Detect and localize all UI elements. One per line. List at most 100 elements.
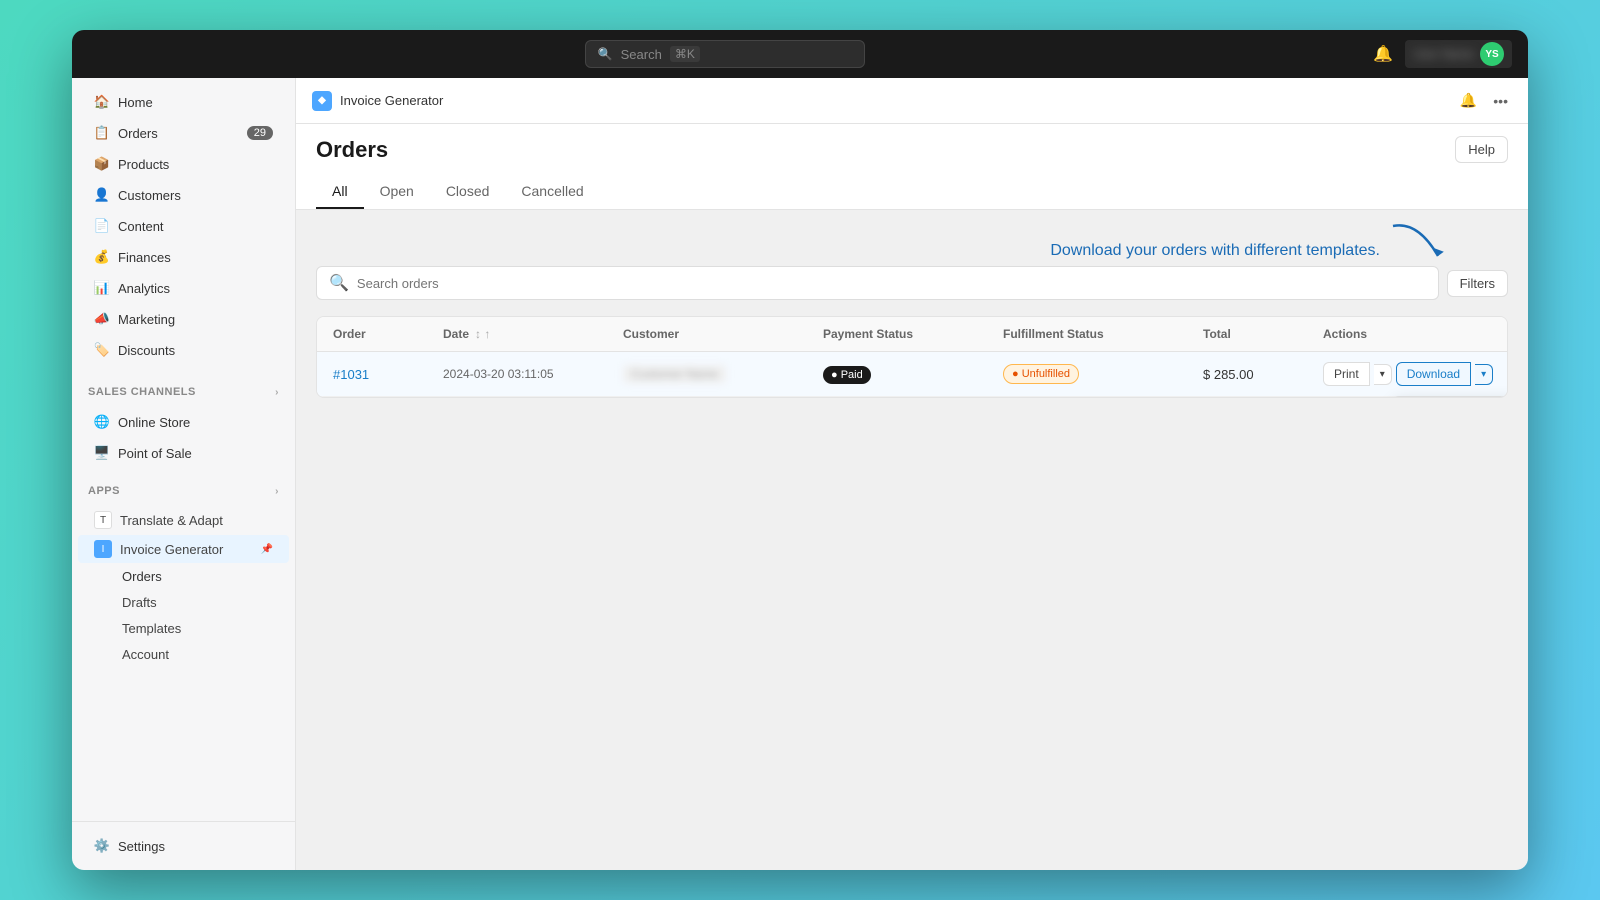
avatar: YS [1480, 42, 1504, 66]
sidebar-sub-orders[interactable]: Orders [78, 564, 289, 589]
payment-status: ● Paid [823, 365, 1003, 384]
tooltip-message: Download your orders with different temp… [1050, 242, 1380, 260]
sidebar-item-analytics-label: Analytics [118, 281, 170, 296]
user-menu[interactable]: User Name YS [1405, 40, 1512, 68]
col-actions: Actions [1323, 327, 1508, 341]
unfulfilled-badge: ● Unfulfilled [1003, 364, 1079, 384]
pos-icon: 🖥️ [94, 445, 110, 461]
app-header-actions: 🔔 ••• [1456, 88, 1512, 113]
app-header: ◆ Invoice Generator 🔔 ••• [296, 78, 1528, 124]
apps-section: Apps › [72, 473, 295, 501]
order-date: 2024-03-20 03:11:05 [443, 367, 623, 381]
sidebar-item-orders-label: Orders [118, 126, 158, 141]
sidebar-item-analytics[interactable]: 📊 Analytics [78, 273, 289, 303]
discounts-icon: 🏷️ [94, 342, 110, 358]
topbar: 🔍 Search ⌘K 🔔 User Name YS [72, 30, 1528, 78]
global-search-box[interactable]: 🔍 Search ⌘K [585, 40, 865, 68]
filters-button[interactable]: Filters [1447, 270, 1508, 297]
tab-open[interactable]: Open [364, 175, 430, 209]
customer-cell: Customer Name [623, 365, 823, 383]
print-split-button[interactable]: ▾ [1374, 364, 1392, 385]
col-customer: Customer [623, 327, 823, 341]
table-header: Order Date ↕ ↑ Customer Payment Status F… [317, 317, 1507, 352]
finances-icon: 💰 [94, 249, 110, 265]
more-options-button[interactable]: ••• [1489, 88, 1512, 113]
col-order: Order [333, 327, 443, 341]
tabs: All Open Closed Cancelled [316, 175, 1508, 209]
analytics-icon: 📊 [94, 280, 110, 296]
help-button[interactable]: Help [1455, 136, 1508, 163]
sidebar-item-products-label: Products [118, 157, 169, 172]
sidebar-item-translate[interactable]: T Translate & Adapt [78, 506, 289, 534]
sidebar-sub-account[interactable]: Account [78, 642, 289, 667]
col-date: Date ↕ ↑ [443, 327, 623, 341]
sidebar-item-discounts-label: Discounts [118, 343, 175, 358]
sidebar-item-home-label: Home [118, 95, 153, 110]
sidebar-item-online-store[interactable]: 🌐 Online Store [78, 407, 289, 437]
page-title: Orders [316, 137, 388, 163]
actions-cell: Print ▾ Download ▾ Invoice Packing Slip … [1323, 362, 1508, 386]
topbar-search-area: 🔍 Search ⌘K [88, 40, 1361, 68]
orders-icon: 📋 [94, 125, 110, 141]
sidebar-item-settings-label: Settings [118, 839, 165, 854]
search-icon: 🔍 [598, 47, 613, 61]
search-shortcut: ⌘K [670, 46, 700, 62]
topbar-right: 🔔 User Name YS [1373, 40, 1512, 68]
main-area: 🏠 Home 📋 Orders 29 📦 Products 👤 Customer… [72, 78, 1528, 870]
sidebar-item-finances-label: Finances [118, 250, 171, 265]
search-orders-icon: 🔍 [329, 273, 349, 293]
sidebar-item-finances[interactable]: 💰 Finances [78, 242, 289, 272]
sales-channels-section: Sales channels › [72, 374, 295, 402]
sidebar-item-pos[interactable]: 🖥️ Point of Sale [78, 438, 289, 468]
dropdown-invoice[interactable]: Invoice [1394, 397, 1508, 398]
marketing-icon: 📣 [94, 311, 110, 327]
sidebar-item-marketing-label: Marketing [118, 312, 175, 327]
notification-icon[interactable]: 🔔 [1373, 44, 1393, 64]
home-icon: 🏠 [94, 94, 110, 110]
download-split-button[interactable]: ▾ [1475, 364, 1493, 385]
download-dropdown: Invoice Packing Slip Credit Note Return … [1393, 396, 1508, 398]
sidebar-item-discounts[interactable]: 🏷️ Discounts [78, 335, 289, 365]
download-button[interactable]: Download [1396, 362, 1471, 386]
sidebar-item-marketing[interactable]: 📣 Marketing [78, 304, 289, 334]
pin-icon: 📌 [261, 544, 273, 555]
sidebar-sub-templates[interactable]: Templates [78, 616, 289, 641]
sidebar-item-translate-label: Translate & Adapt [120, 513, 223, 528]
tab-cancelled[interactable]: Cancelled [505, 175, 599, 209]
sidebar-item-content[interactable]: 📄 Content [78, 211, 289, 241]
content-area: ◆ Invoice Generator 🔔 ••• Orders Help Al… [296, 78, 1528, 870]
sidebar-item-customers[interactable]: 👤 Customers [78, 180, 289, 210]
sidebar-item-content-label: Content [118, 219, 164, 234]
customer-name: Customer Name [623, 365, 726, 383]
sidebar-item-home[interactable]: 🏠 Home [78, 87, 289, 117]
orders-search-box[interactable]: 🔍 [316, 266, 1439, 300]
order-number[interactable]: #1031 [333, 367, 443, 382]
online-store-icon: 🌐 [94, 414, 110, 430]
sidebar-bottom: ⚙️ Settings [72, 821, 295, 870]
search-orders-input[interactable] [357, 276, 1426, 291]
tab-closed[interactable]: Closed [430, 175, 506, 209]
sidebar-item-online-store-label: Online Store [118, 415, 190, 430]
sidebar-sub-drafts[interactable]: Drafts [78, 590, 289, 615]
app-logo: ◆ [312, 91, 332, 111]
app-header-title: Invoice Generator [340, 93, 443, 108]
search-label: Search [621, 47, 662, 62]
orders-badge: 29 [247, 126, 273, 140]
chevron-icon: › [275, 387, 279, 398]
content-icon: 📄 [94, 218, 110, 234]
col-fulfillment: Fulfillment Status [1003, 327, 1203, 341]
page-title-row: Orders Help [316, 136, 1508, 163]
sidebar-item-orders[interactable]: 📋 Orders 29 [78, 118, 289, 148]
bell-icon-button[interactable]: 🔔 [1456, 88, 1481, 113]
tab-all[interactable]: All [316, 175, 364, 209]
sidebar-item-invoice-generator[interactable]: I Invoice Generator 📌 [78, 535, 289, 563]
customers-icon: 👤 [94, 187, 110, 203]
sidebar-item-settings[interactable]: ⚙️ Settings [78, 831, 289, 861]
print-button[interactable]: Print [1323, 362, 1370, 386]
user-name: User Name [1413, 47, 1474, 61]
col-total: Total [1203, 327, 1323, 341]
fulfillment-status: ● Unfulfilled [1003, 364, 1203, 384]
settings-icon: ⚙️ [94, 838, 110, 854]
sidebar-item-products[interactable]: 📦 Products [78, 149, 289, 179]
sidebar: 🏠 Home 📋 Orders 29 📦 Products 👤 Customer… [72, 78, 296, 870]
